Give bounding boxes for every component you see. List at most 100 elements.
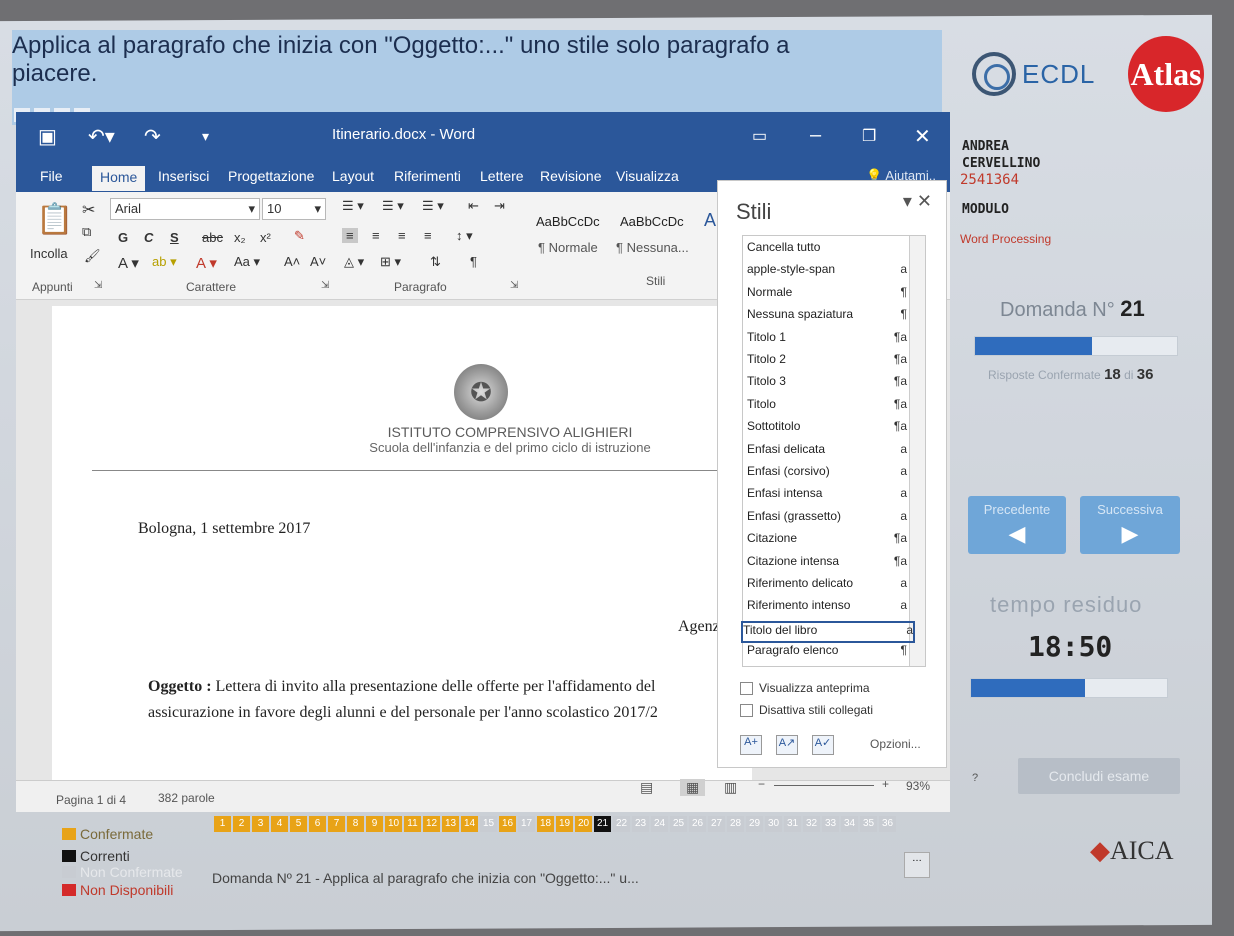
tab-progettazione[interactable]: Progettazione [228, 168, 314, 184]
style-item[interactable]: apple-style-span a [747, 262, 907, 284]
paste-label[interactable]: Incolla [30, 246, 68, 261]
manage-styles-icon[interactable]: A✓ [812, 735, 834, 755]
question-number-28[interactable]: 28 [727, 816, 744, 832]
question-number-16[interactable]: 16 [499, 816, 516, 832]
question-number-20[interactable]: 20 [575, 816, 592, 832]
question-number-34[interactable]: 34 [841, 816, 858, 832]
disable-linked-checkbox[interactable]: Disattiva stili collegati [740, 703, 873, 717]
close-icon[interactable]: ▾ ✕ [903, 191, 932, 212]
style-item[interactable]: Titolo 1 ¶a [747, 330, 907, 352]
tab-riferimenti[interactable]: Riferimenti [394, 168, 461, 184]
question-number-15[interactable]: 15 [480, 816, 497, 832]
close-icon[interactable]: ✕ [914, 124, 931, 149]
zoom-out-icon[interactable]: − [758, 777, 765, 791]
style-item[interactable]: Riferimento intenso a [747, 598, 907, 620]
style-item[interactable]: Titolo 2 ¶a [747, 352, 907, 374]
style-item[interactable]: Paragrafo elenco ¶ [747, 643, 907, 665]
previous-button[interactable]: Precedente ◀ [968, 496, 1066, 554]
tab-inserisci[interactable]: Inserisci [158, 168, 209, 184]
style-item[interactable]: Titolo del libro a [741, 620, 915, 643]
italic-button[interactable]: C [144, 230, 153, 245]
style-item[interactable]: Citazione ¶a [747, 531, 907, 553]
question-number-2[interactable]: 2 [233, 816, 250, 832]
question-number-17[interactable]: 17 [518, 816, 535, 832]
zoom-level[interactable]: 93% [906, 779, 930, 793]
oggetto-line-1[interactable]: Oggetto : Lettera di invito alla present… [148, 678, 718, 696]
numbering-icon[interactable]: ☰ ▾ [382, 198, 404, 214]
bold-button[interactable]: G [118, 230, 128, 245]
question-number-22[interactable]: 22 [613, 816, 630, 832]
align-left-button[interactable]: ≡ [342, 228, 358, 243]
question-number-4[interactable]: 4 [271, 816, 288, 832]
increase-indent-icon[interactable]: ⇥ [494, 198, 505, 214]
style-item[interactable]: Titolo ¶a [747, 397, 907, 419]
change-case-icon[interactable]: Aa ▾ [234, 254, 260, 270]
print-layout-icon[interactable]: ▦ [680, 779, 706, 796]
question-number-19[interactable]: 19 [556, 816, 573, 832]
question-number-12[interactable]: 12 [423, 816, 440, 832]
save-icon[interactable]: ▣ [38, 124, 57, 149]
question-number-5[interactable]: 5 [290, 816, 307, 832]
cut-icon[interactable]: ✂ [82, 200, 95, 220]
style-item[interactable]: Riferimento delicato a [747, 576, 907, 598]
redo-icon[interactable]: ↷ [144, 124, 161, 149]
line-spacing-icon[interactable]: ↕ ▾ [456, 228, 473, 244]
strikethrough-button[interactable]: abc [202, 230, 223, 245]
tab-home[interactable]: Home [92, 166, 146, 191]
style-gallery-nessuna[interactable]: AaBbCcDc [620, 214, 684, 229]
style-inspector-icon[interactable]: A↗ [776, 735, 798, 755]
question-number-18[interactable]: 18 [537, 816, 554, 832]
borders-icon[interactable]: ⊞ ▾ [380, 254, 401, 270]
shrink-font-icon[interactable]: A˅ [310, 254, 326, 269]
question-number-7[interactable]: 7 [328, 816, 345, 832]
justify-button[interactable]: ≡ [424, 228, 432, 243]
question-number-27[interactable]: 27 [708, 816, 725, 832]
style-item[interactable]: Nessuna spaziatura ¶ [747, 307, 907, 329]
subscript-button[interactable]: x₂ [234, 230, 246, 245]
style-item[interactable]: Enfasi (grassetto) a [747, 509, 907, 531]
shading-icon[interactable]: ◬ ▾ [344, 254, 364, 270]
question-number-8[interactable]: 8 [347, 816, 364, 832]
format-painter-icon[interactable]: 🖌 [84, 248, 101, 264]
style-item[interactable]: Sottotitolo ¶a [747, 419, 907, 441]
text-effects-icon[interactable]: A ▾ [118, 254, 139, 272]
undo-icon[interactable]: ↶▾ [88, 124, 115, 149]
question-number-23[interactable]: 23 [632, 816, 649, 832]
styles-scrollbar[interactable] [909, 236, 925, 666]
options-link[interactable]: Opzioni... [870, 737, 921, 751]
question-number-3[interactable]: 3 [252, 816, 269, 832]
question-number-36[interactable]: 36 [879, 816, 896, 832]
clear-formatting-icon[interactable]: ✎ [294, 228, 305, 244]
underline-button[interactable]: S [170, 230, 179, 245]
tab-revisione[interactable]: Revisione [540, 168, 601, 184]
new-style-icon[interactable]: A+ [740, 735, 762, 755]
style-item[interactable]: Enfasi (corsivo) a [747, 464, 907, 486]
sort-icon[interactable]: ⇅ [430, 254, 441, 270]
question-number-13[interactable]: 13 [442, 816, 459, 832]
preview-checkbox[interactable]: Visualizza anteprima [740, 681, 870, 695]
style-item[interactable]: Cancella tutto [747, 240, 907, 262]
question-number-35[interactable]: 35 [860, 816, 877, 832]
zoom-slider[interactable] [774, 785, 874, 786]
question-number-24[interactable]: 24 [651, 816, 668, 832]
question-number-11[interactable]: 11 [404, 816, 421, 832]
style-item[interactable]: Normale ¶ [747, 285, 907, 307]
question-number-10[interactable]: 10 [385, 816, 402, 832]
tab-visualizza[interactable]: Visualizza [616, 168, 679, 184]
question-number-32[interactable]: 32 [803, 816, 820, 832]
restore-icon[interactable]: ❐ [862, 126, 876, 146]
question-number-14[interactable]: 14 [461, 816, 478, 832]
question-number-6[interactable]: 6 [309, 816, 326, 832]
show-formatting-icon[interactable]: ¶ [470, 254, 477, 269]
tab-layout[interactable]: Layout [332, 168, 374, 184]
style-item[interactable]: Titolo 3 ¶a [747, 374, 907, 396]
style-item[interactable]: Enfasi delicata a [747, 442, 907, 464]
bullets-icon[interactable]: ☰ ▾ [342, 198, 364, 214]
question-number-33[interactable]: 33 [822, 816, 839, 832]
font-name-select[interactable]: Arial ▾ [110, 198, 260, 220]
question-number-25[interactable]: 25 [670, 816, 687, 832]
superscript-button[interactable]: x² [260, 230, 271, 245]
question-number-29[interactable]: 29 [746, 816, 763, 832]
minimize-icon[interactable]: – [810, 124, 821, 147]
style-gallery-normale[interactable]: AaBbCcDc [536, 214, 600, 229]
